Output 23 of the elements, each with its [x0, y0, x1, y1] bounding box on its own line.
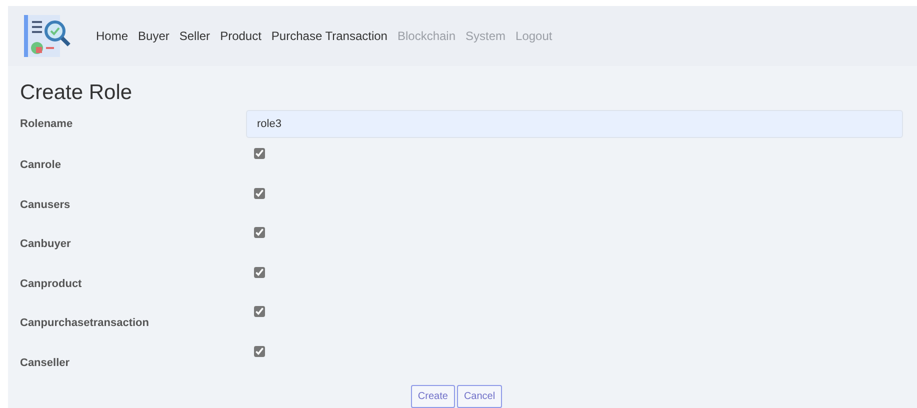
- nav-link[interactable]: Home: [96, 27, 128, 45]
- nav-link[interactable]: Seller: [179, 27, 210, 45]
- create-button[interactable]: Create: [410, 385, 455, 408]
- nav-link[interactable]: Product: [220, 27, 262, 45]
- nav-link[interactable]: Purchase Transaction: [271, 27, 388, 45]
- permission-checkbox[interactable]: [254, 227, 265, 238]
- nav-link[interactable]: Buyer: [138, 27, 170, 45]
- permission-checkbox[interactable]: [254, 266, 265, 278]
- permission-label: Canproduct: [20, 276, 83, 292]
- permission-checkbox[interactable]: [254, 148, 265, 159]
- permission-label: Canpurchasetransaction: [20, 316, 150, 331]
- permission-label: Canusers: [20, 198, 72, 212]
- permission-checkbox[interactable]: [254, 188, 265, 198]
- page-title: Create Role: [20, 80, 134, 106]
- rolename-field[interactable]: role3: [246, 110, 903, 138]
- permission-label: Canbuyer: [20, 237, 72, 252]
- permission-checkbox[interactable]: [254, 306, 265, 317]
- permission-label: Canrole: [20, 158, 62, 173]
- field-label: Rolename: [20, 116, 74, 132]
- permission-checkbox[interactable]: [254, 346, 265, 356]
- cancel-button[interactable]: Cancel: [456, 385, 502, 408]
- permission-label: Canseller: [20, 356, 71, 370]
- report-search-icon: [22, 13, 72, 59]
